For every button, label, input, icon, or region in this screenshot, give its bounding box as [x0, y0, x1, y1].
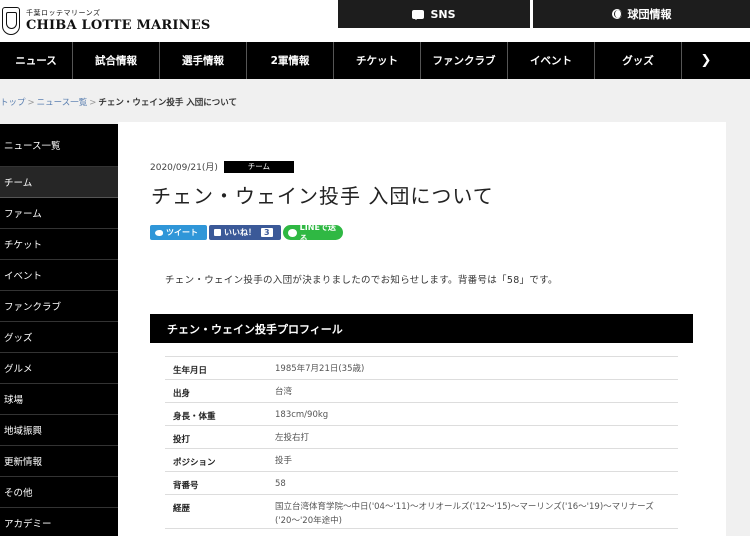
article-meta: 2020/09/21(月) チーム: [150, 160, 294, 173]
club-info-label: 球団情報: [627, 8, 672, 21]
table-row: ポジション 投手: [165, 448, 678, 472]
table-row: 経歴 国立台湾体育学院～中日('04～'11)～オリオールズ('12～'15)～…: [165, 494, 678, 529]
nav-item-farm[interactable]: 2軍情報: [247, 42, 334, 79]
sidebar-item-news-list[interactable]: ニュース一覧: [0, 124, 118, 167]
profile-key: 生年月日: [165, 356, 275, 380]
breadcrumb-separator-icon: >: [89, 98, 97, 108]
table-row: 投打 左投右打: [165, 425, 678, 449]
club-info-button[interactable]: 球団情報: [533, 0, 750, 28]
line-icon: [288, 228, 297, 237]
sns-button[interactable]: SNS: [338, 0, 530, 28]
sidebar-item-fanclub[interactable]: ファンクラブ: [0, 291, 118, 322]
nav-item-players[interactable]: 選手情報: [160, 42, 247, 79]
profile-key: 身長・体重: [165, 402, 275, 426]
profile-value: 台湾: [275, 379, 678, 403]
sidebar-item-tickets[interactable]: チケット: [0, 229, 118, 260]
table-row: 出身 台湾: [165, 379, 678, 403]
like-button[interactable]: いいね！ 3: [209, 225, 281, 240]
tweet-button[interactable]: ツイート: [150, 225, 207, 240]
sidebar-item-gourmet[interactable]: グルメ: [0, 353, 118, 384]
table-row: 背番号 58: [165, 471, 678, 495]
site-header: 千葉ロッテマリーンズ CHIBA LOTTE MARINES SNS 球団情報: [0, 0, 750, 42]
twitter-icon: [155, 229, 163, 236]
profile-heading: チェン・ウェイン投手プロフィール: [150, 314, 693, 343]
sidebar-item-events[interactable]: イベント: [0, 260, 118, 291]
breadcrumb: トップ > ニュース一覧 > チェン・ウェイン投手 入団について: [0, 96, 237, 108]
profile-key: 背番号: [165, 471, 275, 495]
tweet-label: ツイート: [166, 228, 198, 237]
article-content: 2020/09/21(月) チーム チェン・ウェイン投手 入団について ツイート…: [118, 122, 726, 536]
profile-value: 1985年7月21日(35歳): [275, 356, 678, 380]
profile-key: 経歴: [165, 494, 275, 529]
logo-subtitle: 千葉ロッテマリーンズ: [26, 9, 101, 17]
site-logo[interactable]: 千葉ロッテマリーンズ CHIBA LOTTE MARINES: [2, 4, 210, 38]
chat-icon: [412, 9, 425, 20]
sidebar-item-community[interactable]: 地域振興: [0, 415, 118, 446]
sidebar-item-updates[interactable]: 更新情報: [0, 446, 118, 477]
table-row: 生年月日 1985年7月21日(35歳): [165, 356, 678, 380]
profile-key: 投打: [165, 425, 275, 449]
article-intro: チェン・ウェイン投手の入団が決まりましたのでお知らせします。背番号は「58」です…: [165, 275, 558, 286]
sidebar: ニュース一覧 チーム ファーム チケット イベント ファンクラブ グッズ グルメ…: [0, 124, 118, 536]
profile-value: 国立台湾体育学院～中日('04～'11)～オリオールズ('12～'15)～マーリ…: [275, 494, 678, 529]
profile-value: 左投右打: [275, 425, 678, 449]
sidebar-item-farm[interactable]: ファーム: [0, 198, 118, 229]
thumbs-up-icon: [214, 229, 221, 236]
share-buttons: ツイート いいね！ 3 LINEで送る: [150, 223, 343, 243]
sns-label: SNS: [430, 7, 456, 21]
line-share-button[interactable]: LINEで送る: [283, 223, 343, 243]
breadcrumb-separator-icon: >: [27, 98, 35, 108]
nav-item-fanclub[interactable]: ファンクラブ: [421, 42, 508, 79]
like-label: いいね！: [224, 228, 256, 237]
nav-item-tickets[interactable]: チケット: [334, 42, 421, 79]
profile-value: 投手: [275, 448, 678, 472]
global-nav: ニュース 試合情報 選手情報 2軍情報 チケット ファンクラブ イベント グッズ…: [0, 42, 750, 79]
baseball-icon: [611, 9, 622, 19]
nav-item-goods[interactable]: グッズ: [595, 42, 682, 79]
nav-next-arrow-icon[interactable]: ❯: [682, 42, 730, 79]
profile-table: 生年月日 1985年7月21日(35歳) 出身 台湾 身長・体重 183cm/9…: [165, 356, 678, 529]
profile-value: 183cm/90kg: [275, 402, 678, 426]
table-row: 身長・体重 183cm/90kg: [165, 402, 678, 426]
sidebar-item-academy[interactable]: アカデミー: [0, 508, 118, 536]
breadcrumb-news-list-link[interactable]: ニュース一覧: [37, 98, 88, 108]
sidebar-item-goods[interactable]: グッズ: [0, 322, 118, 353]
article-date: 2020/09/21(月): [150, 163, 218, 173]
breadcrumb-top-link[interactable]: トップ: [0, 98, 26, 108]
logo-title: CHIBA LOTTE MARINES: [26, 18, 211, 33]
nav-item-news[interactable]: ニュース: [0, 42, 73, 79]
profile-key: ポジション: [165, 448, 275, 472]
team-emblem-icon: [2, 7, 20, 35]
nav-item-games[interactable]: 試合情報: [73, 42, 160, 79]
sidebar-item-other[interactable]: その他: [0, 477, 118, 508]
sidebar-item-stadium[interactable]: 球場: [0, 384, 118, 415]
profile-value: 58: [275, 471, 678, 495]
category-badge[interactable]: チーム: [223, 160, 294, 173]
line-label: LINEで送る: [299, 222, 336, 243]
profile-key: 出身: [165, 379, 275, 403]
breadcrumb-current: チェン・ウェイン投手 入団について: [98, 98, 238, 108]
sidebar-item-team[interactable]: チーム: [0, 167, 118, 198]
page-title: チェン・ウェイン投手 入団について: [151, 184, 494, 208]
nav-item-events[interactable]: イベント: [508, 42, 595, 79]
like-count: 3: [261, 228, 273, 237]
